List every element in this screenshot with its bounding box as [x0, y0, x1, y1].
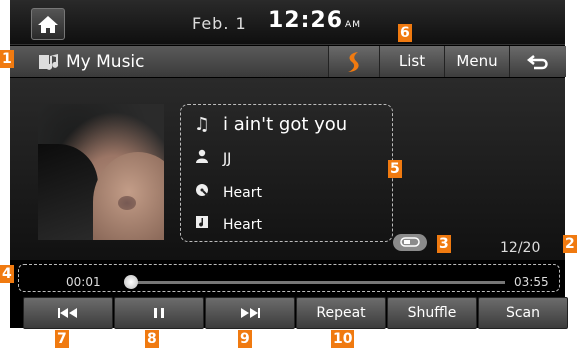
total-time: 03:55 — [514, 275, 549, 289]
callout-badge-4: 4 — [0, 265, 14, 283]
person-icon — [193, 149, 211, 167]
album-name: Heart — [223, 185, 262, 201]
music-note-icon: ♫ — [193, 114, 211, 135]
disc-icon — [193, 183, 211, 201]
song-info-panel: ♫ i ain't got you JJ Heart Heart — [180, 104, 393, 242]
now-playing-area: ♫ i ain't got you JJ Heart Heart 12/20 — [10, 78, 565, 260]
previous-track-icon — [58, 308, 77, 318]
next-track-icon — [241, 308, 260, 318]
ampm-text: AM — [345, 20, 361, 30]
album-art-hair — [38, 144, 98, 240]
track-counter: 12/20 — [500, 240, 541, 256]
callout-badge-5: 5 — [388, 160, 402, 178]
sound-effect-button[interactable] — [328, 46, 379, 77]
artist-row: JJ — [193, 149, 231, 167]
callout-badge-2: 2 — [563, 235, 577, 253]
list-button[interactable]: List — [379, 46, 444, 77]
music-folder-icon — [39, 54, 59, 70]
elapsed-time: 00:01 — [66, 275, 101, 289]
folder-music-icon — [193, 215, 211, 233]
pause-button[interactable] — [114, 297, 204, 329]
callout-badge-9: 9 — [238, 330, 252, 348]
time-text: 12:26 — [268, 8, 344, 33]
previous-button[interactable] — [23, 297, 113, 329]
callout-badge-1: 1 — [0, 50, 14, 68]
head-unit-panel: Feb. 1 12:26 AM My Music List Menu ♫ i a… — [10, 0, 568, 329]
progress-knob[interactable] — [123, 275, 138, 289]
repeat-button[interactable]: Repeat — [296, 297, 386, 329]
back-arrow-icon — [526, 55, 548, 70]
folder-name: Heart — [223, 217, 262, 233]
callout-badge-10: 10 — [331, 330, 355, 348]
menu-button[interactable]: Menu — [444, 46, 509, 77]
playback-controls: Repeat Shuffle Scan — [10, 297, 568, 329]
scan-button[interactable]: Scan — [478, 297, 568, 329]
song-title: i ain't got you — [223, 114, 348, 135]
home-icon — [38, 16, 58, 33]
date-text: Feb. 1 — [192, 14, 247, 33]
bluetooth-audio-icon — [393, 234, 427, 251]
sound-effect-icon — [348, 52, 359, 72]
callout-badge-8: 8 — [145, 330, 159, 348]
album-row: Heart — [193, 183, 262, 201]
back-button[interactable] — [509, 46, 566, 77]
folder-row: Heart — [193, 215, 262, 233]
progress-area: 00:01 03:55 — [10, 262, 565, 294]
progress-track[interactable] — [123, 275, 505, 289]
album-art — [38, 104, 164, 240]
next-button[interactable] — [205, 297, 295, 329]
pause-icon — [154, 308, 164, 318]
source-title: My Music — [66, 52, 145, 72]
status-bar: Feb. 1 12:26 AM — [10, 0, 565, 45]
shuffle-button[interactable]: Shuffle — [387, 297, 477, 329]
song-title-row: ♫ i ain't got you — [193, 114, 347, 135]
album-art-tattoo — [118, 196, 136, 210]
callout-badge-6: 6 — [398, 24, 412, 42]
music-player-screen: Feb. 1 12:26 AM My Music List Menu ♫ i a… — [0, 0, 580, 350]
progress-frame: 00:01 03:55 — [18, 264, 560, 292]
home-button[interactable] — [31, 8, 65, 40]
artist-name: JJ — [223, 151, 232, 167]
callout-badge-3: 3 — [437, 235, 451, 253]
callout-badge-7: 7 — [55, 330, 69, 348]
title-bar: My Music List Menu — [10, 46, 566, 77]
clock: 12:26 AM — [268, 8, 361, 33]
